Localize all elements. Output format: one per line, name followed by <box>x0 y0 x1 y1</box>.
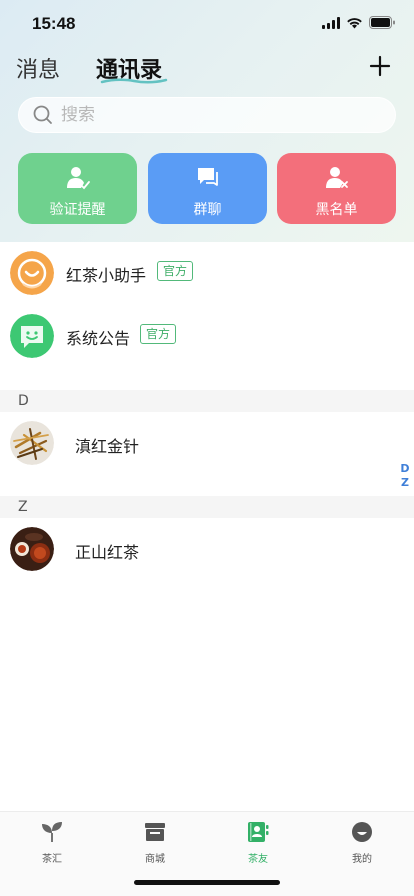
search-input[interactable] <box>61 105 361 125</box>
search-icon <box>33 105 52 124</box>
group-chat-label: 群聊 <box>193 202 222 218</box>
tab-label: 我的 <box>352 854 372 865</box>
blacklist-label: 黑名单 <box>315 202 358 218</box>
tab-tea-friends[interactable]: 茶友 <box>218 820 298 866</box>
store-icon <box>145 823 165 841</box>
index-letter-d[interactable]: D <box>400 462 409 476</box>
group-chat-button[interactable]: 群聊 <box>148 153 267 224</box>
header: 消息 通讯录 <box>0 48 414 88</box>
signal-icon <box>322 16 340 29</box>
tab-cha-hui[interactable]: 茶汇 <box>12 820 92 866</box>
contact-avatar <box>10 527 54 571</box>
tab-mine[interactable]: 我的 <box>322 820 402 866</box>
contact-name: 滇红金针 <box>75 437 140 456</box>
tab-messages[interactable]: 消息 <box>16 52 60 84</box>
wifi-icon <box>346 17 363 29</box>
quick-actions: 验证提醒 群聊 黑名单 <box>18 153 396 224</box>
blacklist-button[interactable]: 黑名单 <box>277 153 396 224</box>
user-block-icon <box>325 167 348 188</box>
section-header-d: D <box>0 390 414 412</box>
user-check-icon <box>66 167 90 190</box>
tab-store[interactable]: 商城 <box>115 820 195 866</box>
battery-icon <box>369 16 396 29</box>
tab-label: 茶友 <box>248 854 268 865</box>
official-badge: 官方 <box>140 324 177 344</box>
tab-label: 茶汇 <box>42 854 62 865</box>
chat-bubbles-icon <box>197 168 218 186</box>
contacts-book-icon <box>248 822 269 842</box>
verify-reminder-button[interactable]: 验证提醒 <box>18 153 137 224</box>
add-icon[interactable] <box>368 54 392 78</box>
contact-name: 正山红茶 <box>75 543 140 562</box>
tab-label: 商城 <box>145 854 165 865</box>
official-name: 红茶小助手 <box>66 266 147 285</box>
verify-reminder-label: 验证提醒 <box>49 202 106 218</box>
status-icons <box>322 16 396 29</box>
announcement-icon <box>10 314 54 358</box>
contact-avatar <box>10 421 54 465</box>
profile-icon <box>352 822 372 842</box>
alphabet-index[interactable]: D Z <box>400 462 410 490</box>
status-time: 15:48 <box>32 14 76 33</box>
contact-item[interactable]: 滇红金针 <box>0 412 414 474</box>
assistant-icon <box>10 251 54 295</box>
contact-item[interactable]: 正山红茶 <box>0 518 414 580</box>
official-item-assistant[interactable]: 红茶小助手 官方 <box>0 242 414 304</box>
official-badge: 官方 <box>157 261 194 281</box>
tab-active-underline <box>100 78 168 84</box>
section-header-z: Z <box>0 496 414 518</box>
leaf-icon <box>42 822 62 842</box>
status-bar: 15:48 <box>0 0 414 48</box>
official-name: 系统公告 <box>66 329 131 348</box>
search-bar[interactable] <box>18 97 396 133</box>
home-indicator <box>134 880 280 885</box>
official-item-announcement[interactable]: 系统公告 官方 <box>0 305 414 367</box>
index-letter-z[interactable]: Z <box>401 476 409 490</box>
